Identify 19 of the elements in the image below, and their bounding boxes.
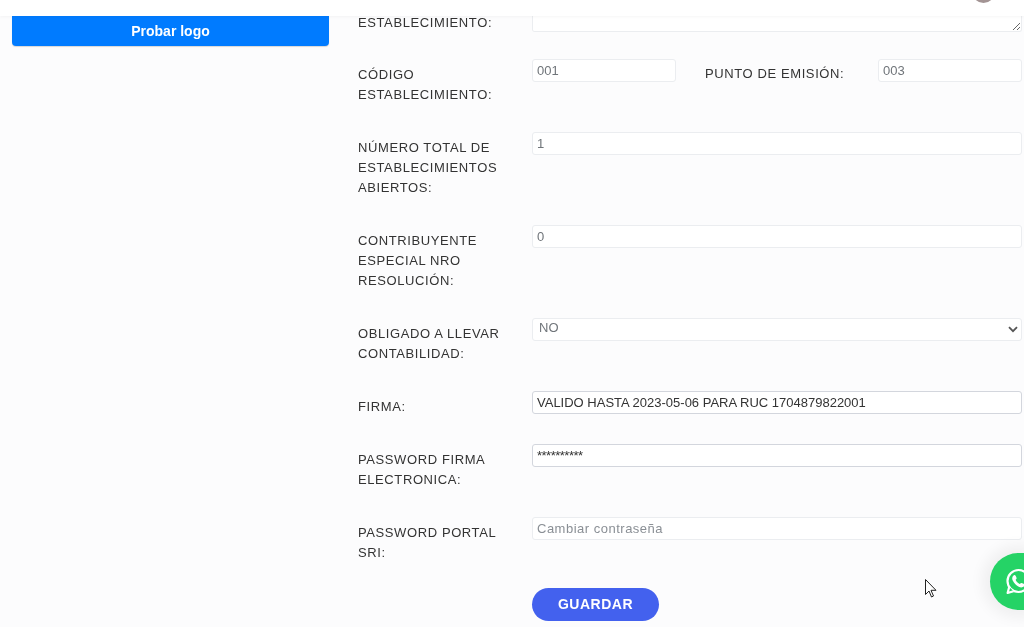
mouse-pointer-icon [925,579,937,598]
phone-bubble-icon [1005,568,1024,595]
field-label: FIRMA: [358,398,407,416]
chat-button[interactable] [990,553,1024,610]
chevron-down-icon [1008,326,1018,333]
test-logo-button[interactable]: Probar logo [12,16,329,46]
field-label: PUNTO DE EMISIÓN: [705,65,846,83]
field-label: CÓDIGO ESTABLECIMIENTO: [358,66,494,104]
input-field[interactable]: Cambiar contraseña [532,517,1022,540]
field-label: CONTRIBUYENTE ESPECIAL NRO RESOLUCIÓN: [358,232,479,290]
field-label: NÚMERO TOTAL DE ESTABLECIMIENTOS ABIERTOS: [358,139,499,197]
field-label: ESTABLECIMIENTO: [358,16,494,30]
text-area-field[interactable] [532,16,1022,32]
password-field[interactable]: ********** [532,444,1022,467]
save-button[interactable]: GUARDAR [532,588,659,621]
field-label: OBLIGADO A LLEVAR CONTABILIDAD: [358,325,501,363]
field-label: PASSWORD PORTAL SRI: [358,524,497,562]
input-field[interactable]: VALIDO HASTA 2023-05-06 PARA RUC 1704879822001 [532,391,1022,414]
field-label: PASSWORD FIRMA ELECTRONICA: [358,451,486,489]
